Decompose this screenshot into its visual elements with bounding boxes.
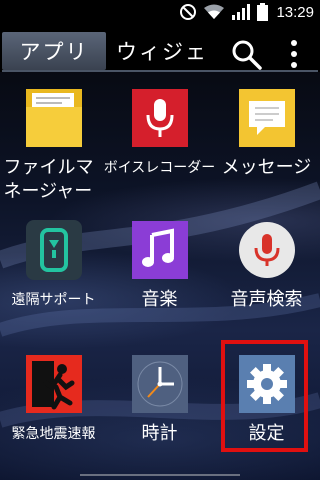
search-button[interactable]: [230, 38, 264, 72]
emergency-exit-icon: [22, 352, 86, 416]
app-label: ボイスレコーダー: [103, 160, 216, 176]
app-earthquake-alert[interactable]: 緊急地震速報: [0, 352, 107, 446]
wifi-icon: [203, 4, 225, 20]
clock-icon: [128, 352, 192, 416]
remote-support-icon: [22, 218, 86, 282]
app-file-manager[interactable]: ファイルマネージャー: [0, 86, 107, 204]
app-clock[interactable]: 時計: [106, 352, 213, 446]
bottom-indicator: [80, 474, 240, 476]
search-icon: [232, 40, 262, 70]
clock-time: 13:29: [276, 3, 314, 21]
tab-widgets[interactable]: ウィジェ: [110, 32, 214, 70]
tab-underline: [2, 70, 318, 72]
microphone-icon: [128, 86, 192, 150]
app-label: 時計: [141, 423, 178, 444]
tab-apps[interactable]: アプリ: [2, 32, 106, 70]
tab-bar: アプリ ウィジェ: [0, 24, 320, 72]
overflow-menu-icon: [291, 40, 297, 68]
do-not-disturb-icon: [179, 3, 197, 21]
music-icon: [128, 218, 192, 282]
message-icon: [235, 86, 299, 150]
app-label: 緊急地震速報: [11, 426, 96, 442]
app-label: ファイルマネージャー: [3, 157, 94, 202]
battery-icon: [257, 3, 269, 21]
overflow-menu-button[interactable]: [284, 38, 304, 72]
app-voice-recorder[interactable]: ボイスレコーダー: [103, 86, 216, 180]
app-music[interactable]: 音楽: [106, 218, 213, 312]
app-label: 音楽: [141, 289, 178, 310]
status-bar: 13:29: [0, 0, 320, 24]
app-label: 音声検索: [230, 289, 303, 310]
folder-icon: [22, 86, 86, 150]
app-label: メッセージ: [221, 157, 312, 178]
app-voice-search[interactable]: 音声検索: [213, 218, 320, 312]
app-remote-support[interactable]: 遠隔サポート: [0, 218, 107, 312]
app-messages[interactable]: メッセージ: [213, 86, 320, 180]
voice-search-icon: [235, 218, 299, 282]
app-label: 遠隔サポート: [11, 292, 96, 308]
settings-highlight-box: [221, 340, 308, 452]
signal-icon: [231, 4, 251, 20]
